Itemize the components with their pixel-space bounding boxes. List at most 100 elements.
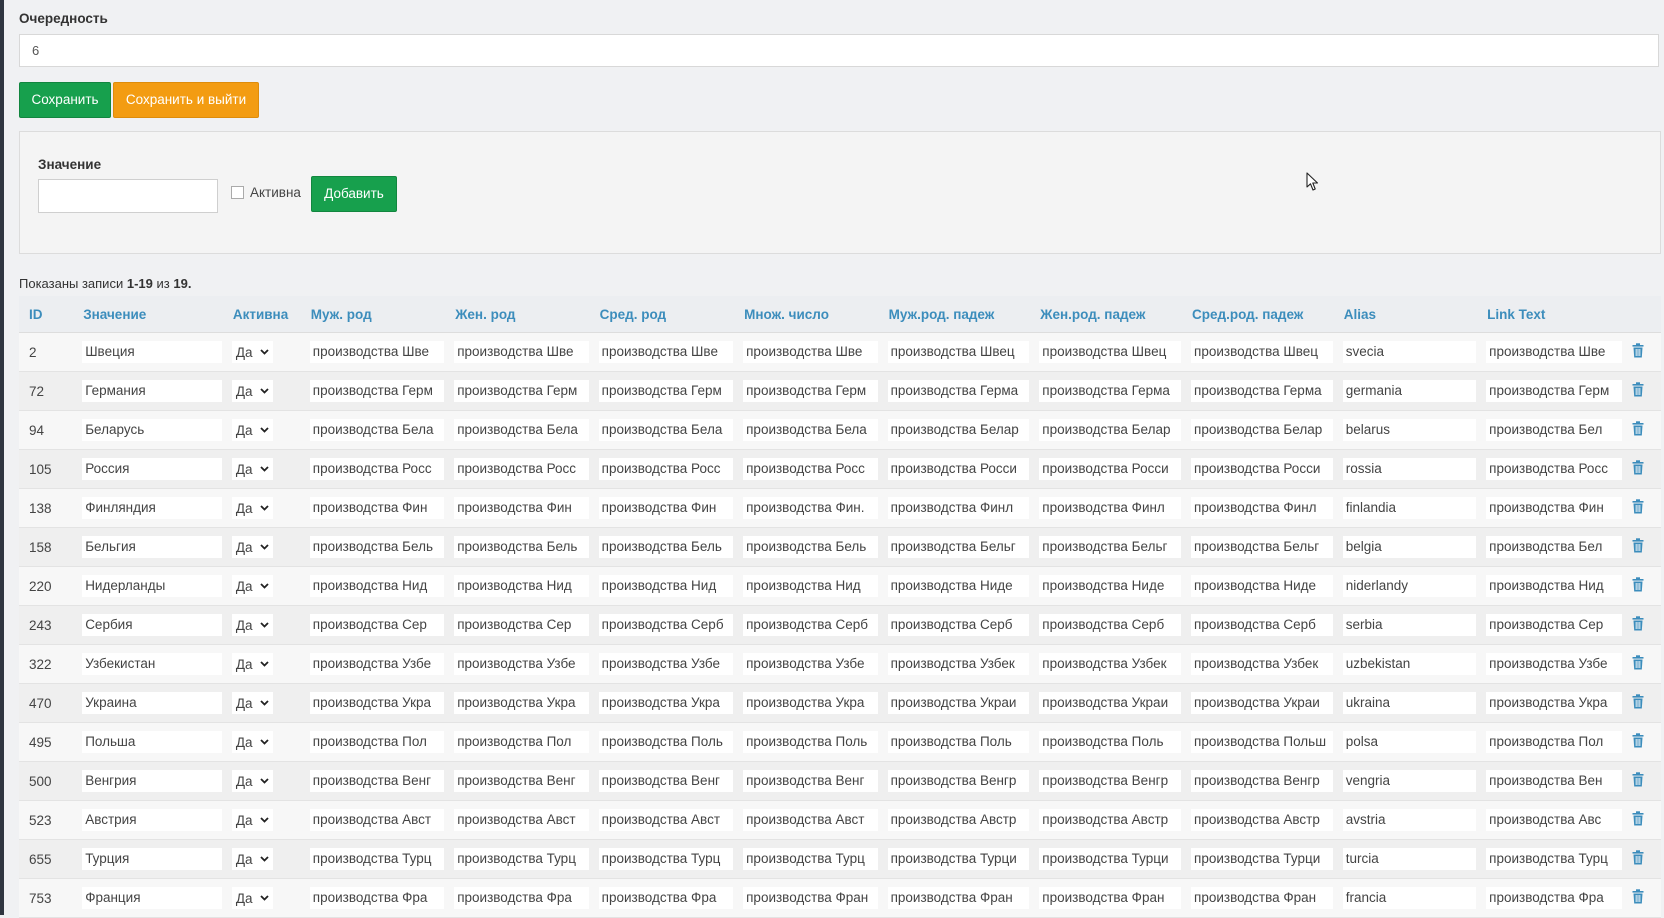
form-field[interactable]: производства Шве [598,341,734,363]
form-field[interactable]: производства Фра [598,887,734,909]
form-field[interactable]: производства Герм [309,380,445,402]
trash-icon[interactable] [1632,811,1644,826]
form-field[interactable]: производства Фин. [743,497,878,519]
form-field[interactable]: производства Швец [1191,341,1333,363]
form-field[interactable]: производства Турци [1191,848,1333,870]
form-field[interactable]: производства Укра [309,692,445,714]
active-select[interactable]: Да [231,536,274,558]
add-button[interactable]: Добавить [311,176,397,212]
value-field[interactable]: Германия [82,380,222,402]
form-field[interactable]: производства Нид [743,575,878,597]
link-text-field[interactable]: производства Бел [1486,536,1622,558]
link-text-field[interactable]: производства Росс [1486,458,1622,480]
trash-icon[interactable] [1632,655,1644,670]
order-input[interactable]: 6 [19,34,1659,67]
link-text-field[interactable]: производства Герм [1486,380,1622,402]
value-field[interactable]: Беларусь [82,419,222,441]
form-field[interactable]: производства Ниде [1039,575,1182,597]
form-field[interactable]: производства Белар [887,419,1030,441]
active-select[interactable]: Да [231,809,274,831]
form-field[interactable]: производства Узбек [887,653,1030,675]
form-field[interactable]: производства Укра [743,692,878,714]
form-field[interactable]: производства Росс [454,458,589,480]
form-field[interactable]: производства Серб [598,614,734,636]
active-select[interactable]: Да [231,380,274,402]
form-field[interactable]: производства Нид [598,575,734,597]
form-field[interactable]: производства Бельг [1191,536,1333,558]
form-field[interactable]: производства Бела [454,419,589,441]
form-field[interactable]: производства Фин [309,497,445,519]
active-select[interactable]: Да [231,731,274,753]
form-field[interactable]: производства Укра [454,692,589,714]
form-field[interactable]: производства Серб [743,614,878,636]
trash-icon[interactable] [1632,577,1644,592]
form-field[interactable]: производства Узбе [454,653,589,675]
value-input[interactable] [38,179,218,213]
trash-icon[interactable] [1632,733,1644,748]
form-field[interactable]: производства Узбе [309,653,445,675]
form-field[interactable]: производства Узбек [1191,653,1333,675]
column-header[interactable]: Множ. число [738,296,883,333]
form-field[interactable]: производства Бель [743,536,878,558]
form-field[interactable]: производства Турци [1039,848,1182,870]
value-field[interactable]: Польша [82,731,222,753]
form-field[interactable]: производства Поль [1039,731,1182,753]
link-text-field[interactable]: производства Укра [1486,692,1622,714]
alias-field[interactable]: ukraina [1342,692,1477,714]
form-field[interactable]: производства Поль [743,731,878,753]
form-field[interactable]: производства Фран [1191,887,1333,909]
form-field[interactable]: производства Росс [309,458,445,480]
form-field[interactable]: производства Венгр [1191,770,1333,792]
form-field[interactable]: производства Венг [743,770,878,792]
column-header[interactable]: Значение [77,296,227,333]
link-text-field[interactable]: производства Нид [1486,575,1622,597]
alias-field[interactable]: turcia [1342,848,1477,870]
form-field[interactable]: производства Бель [454,536,589,558]
link-text-field[interactable]: производства Фин [1486,497,1622,519]
form-field[interactable]: производства Росси [1191,458,1333,480]
alias-field[interactable]: finlandia [1342,497,1477,519]
alias-field[interactable]: vengria [1342,770,1477,792]
active-checkbox-group[interactable]: Активна [231,185,301,200]
column-header[interactable]: Жен.род. падеж [1034,296,1187,333]
trash-icon[interactable] [1632,889,1644,904]
form-field[interactable]: производства Узбек [1039,653,1182,675]
trash-icon[interactable] [1632,382,1644,397]
value-field[interactable]: Нидерланды [82,575,222,597]
form-field[interactable]: производства Фран [887,887,1030,909]
form-field[interactable]: производства Герм [454,380,589,402]
value-field[interactable]: Украина [82,692,222,714]
form-field[interactable]: производства Фран [743,887,878,909]
form-field[interactable]: производства Серб [1191,614,1333,636]
alias-field[interactable]: francia [1342,887,1477,909]
form-field[interactable]: производства Укра [598,692,734,714]
save-button[interactable]: Сохранить [19,82,111,118]
form-field[interactable]: производства Австр [1191,809,1333,831]
active-select[interactable]: Да [231,653,274,675]
active-select[interactable]: Да [231,770,274,792]
form-field[interactable]: производства Венгр [1039,770,1182,792]
alias-field[interactable]: svecia [1342,341,1477,363]
form-field[interactable]: производства Росси [887,458,1030,480]
form-field[interactable]: производства Узбе [743,653,878,675]
trash-icon[interactable] [1632,850,1644,865]
form-field[interactable]: производства Бела [743,419,878,441]
form-field[interactable]: производства Фра [454,887,589,909]
column-header[interactable]: Alias [1337,296,1482,333]
form-field[interactable]: производства Бела [309,419,445,441]
value-field[interactable]: Россия [82,458,222,480]
active-select[interactable]: Да [231,419,274,441]
column-header[interactable]: Жен. род [449,296,594,333]
form-field[interactable]: производства Шве [743,341,878,363]
form-field[interactable]: производства Ниде [887,575,1030,597]
form-field[interactable]: производства Герм [598,380,734,402]
column-header[interactable]: Муж.род. падеж [882,296,1035,333]
form-field[interactable]: производства Узбе [598,653,734,675]
form-field[interactable]: производства Герма [887,380,1030,402]
form-field[interactable]: производства Шве [309,341,445,363]
trash-icon[interactable] [1632,421,1644,436]
form-field[interactable]: производства Турц [454,848,589,870]
form-field[interactable]: производства Росси [1039,458,1182,480]
trash-icon[interactable] [1632,460,1644,475]
form-field[interactable]: производства Бела [598,419,734,441]
